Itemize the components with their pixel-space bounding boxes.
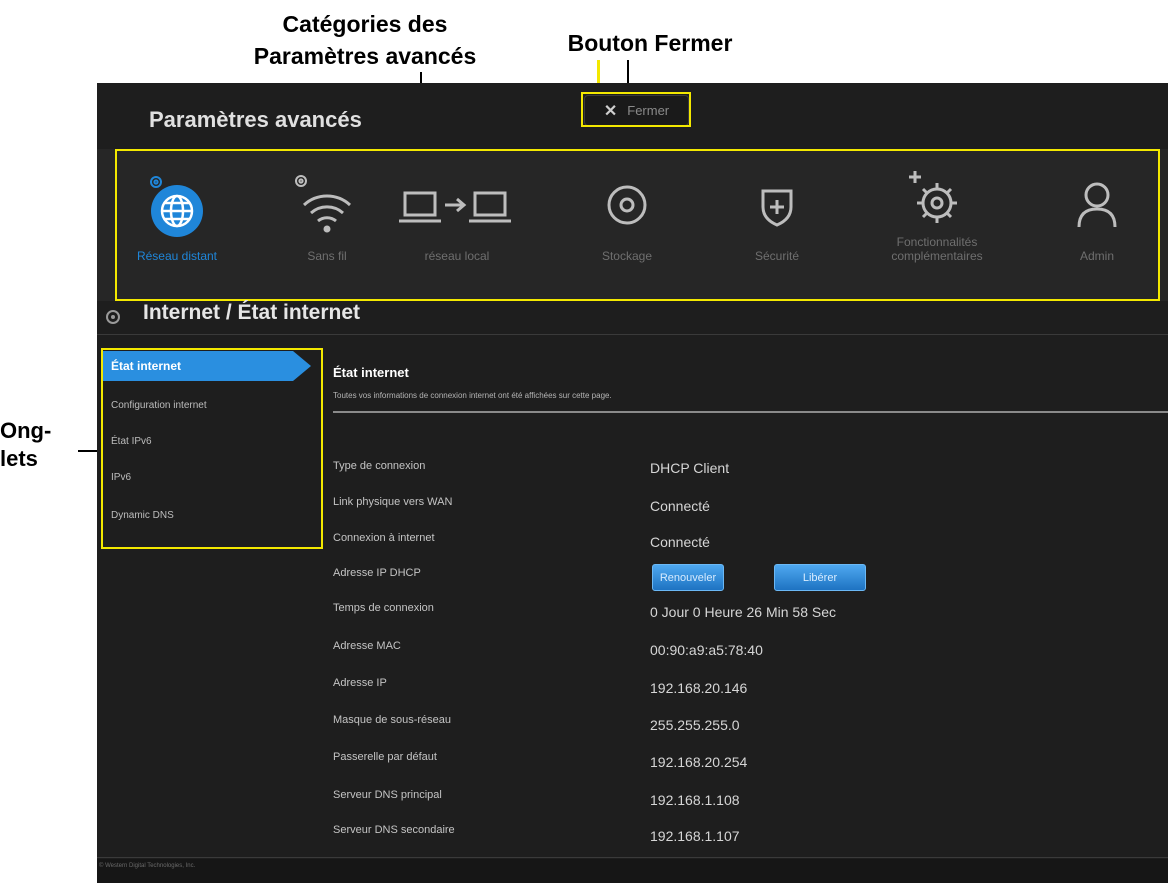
tab-internet-config[interactable]: Configuration internet <box>101 391 301 421</box>
category-label-line2: complémentaires <box>891 249 983 263</box>
row-label-subnet-mask: Masque de sous-réseau <box>333 714 452 726</box>
row-value-primary-dns: 192.168.1.108 <box>650 792 740 808</box>
user-icon <box>1077 182 1117 228</box>
category-label: Sécurité <box>754 249 800 263</box>
category-label-line1: Fonctionnalités <box>896 235 978 249</box>
row-label-wan-link: Link physique vers WAN <box>333 496 453 508</box>
tab-ipv6-status[interactable]: État IPv6 <box>101 427 301 457</box>
category-label: réseau local <box>424 249 490 263</box>
row-value-mac-address: 00:90:a9:a5:78:40 <box>650 642 763 658</box>
category-remote-network[interactable]: Réseau distant <box>127 149 227 301</box>
categories-callout-line2: Paramètres avancés <box>253 43 477 69</box>
tabs-callout-line2: lets <box>0 446 38 471</box>
category-security[interactable]: Sécurité <box>727 149 827 301</box>
tab-internet-status[interactable]: État internet <box>101 351 311 381</box>
close-icon: ✕ <box>603 102 618 120</box>
row-value-default-gateway: 192.168.20.254 <box>650 754 748 770</box>
section-title: Internet / État internet <box>143 301 361 324</box>
gear-icon <box>106 310 120 324</box>
gear-plus-icon <box>909 171 957 223</box>
row-value-subnet-mask: 255.255.255.0 <box>650 717 740 733</box>
category-label: Réseau distant <box>136 249 218 263</box>
category-label: Fonctionnalités complémentaires <box>857 235 1017 263</box>
content-description: Toutes vos informations de connexion int… <box>333 391 612 400</box>
app-window: Paramètres avancés ✕ Fermer Réseau dista… <box>97 83 1168 883</box>
categories-callout: Catégories des Paramètres avancés <box>205 8 525 72</box>
content-divider <box>333 411 1168 413</box>
row-value-secondary-dns: 192.168.1.107 <box>650 828 740 844</box>
row-value-connection-time: 0 Jour 0 Heure 26 Min 58 Sec <box>650 604 836 620</box>
content-title: État internet <box>333 365 409 380</box>
category-label: Admin <box>1079 249 1114 263</box>
renew-button[interactable]: Renouveler <box>652 564 724 591</box>
row-value-connection-type: DHCP Client <box>650 460 730 476</box>
category-storage[interactable]: Stockage <box>577 149 677 301</box>
row-value-ip-address: 192.168.20.146 <box>650 680 748 696</box>
row-label-primary-dns: Serveur DNS principal <box>333 789 442 801</box>
footer-copyright: © Western Digital Technologies, Inc. <box>99 863 196 869</box>
tab-dynamic-dns[interactable]: Dynamic DNS <box>101 501 301 531</box>
row-label-secondary-dns: Serveur DNS secondaire <box>333 824 455 836</box>
footer-divider <box>97 857 1168 858</box>
row-label-ip-address: Adresse IP <box>333 677 387 689</box>
tabs-list: État internet Configuration internet Éta… <box>101 351 321 549</box>
globe-icon <box>150 176 203 237</box>
close-button-label: Fermer <box>627 103 670 118</box>
category-admin[interactable]: Admin <box>1047 149 1147 301</box>
row-label-connection-type: Type de connexion <box>333 460 426 472</box>
close-button-callout: Bouton Fermer <box>567 30 733 56</box>
release-button[interactable]: Libérer <box>774 564 866 591</box>
tabs-callout: Ong- lets <box>0 417 80 473</box>
category-wireless[interactable]: Sans fil <box>277 149 377 301</box>
row-value-wan-link: Connecté <box>650 498 710 514</box>
row-label-mac-address: Adresse MAC <box>333 640 401 652</box>
category-local-network[interactable]: réseau local <box>387 149 527 301</box>
page-title: Paramètres avancés <box>149 107 362 132</box>
footer: © Western Digital Technologies, Inc. <box>97 859 1168 883</box>
row-label-connection-time: Temps de connexion <box>333 602 434 614</box>
tabs-callout-line1: Ong- <box>0 418 52 443</box>
close-button[interactable]: ✕ Fermer <box>584 95 689 126</box>
category-extra-features[interactable]: Fonctionnalités complémentaires <box>867 149 1007 301</box>
wifi-icon <box>295 175 352 233</box>
section-divider <box>97 334 1168 335</box>
row-label-internet-connection: Connexion à internet <box>333 532 435 544</box>
lan-icon <box>399 191 511 223</box>
category-label: Stockage <box>601 249 653 263</box>
categories-callout-line1: Catégories des <box>282 11 448 37</box>
row-label-default-gateway: Passerelle par défaut <box>333 751 437 763</box>
category-bar: Réseau distant Sans fil réseau local Sto… <box>97 149 1168 301</box>
storage-icon <box>607 185 647 225</box>
shield-icon <box>761 189 793 227</box>
tab-ipv6[interactable]: IPv6 <box>101 463 301 493</box>
row-label-dhcp-ip: Adresse IP DHCP <box>333 567 421 579</box>
row-value-internet-connection: Connecté <box>650 534 710 550</box>
